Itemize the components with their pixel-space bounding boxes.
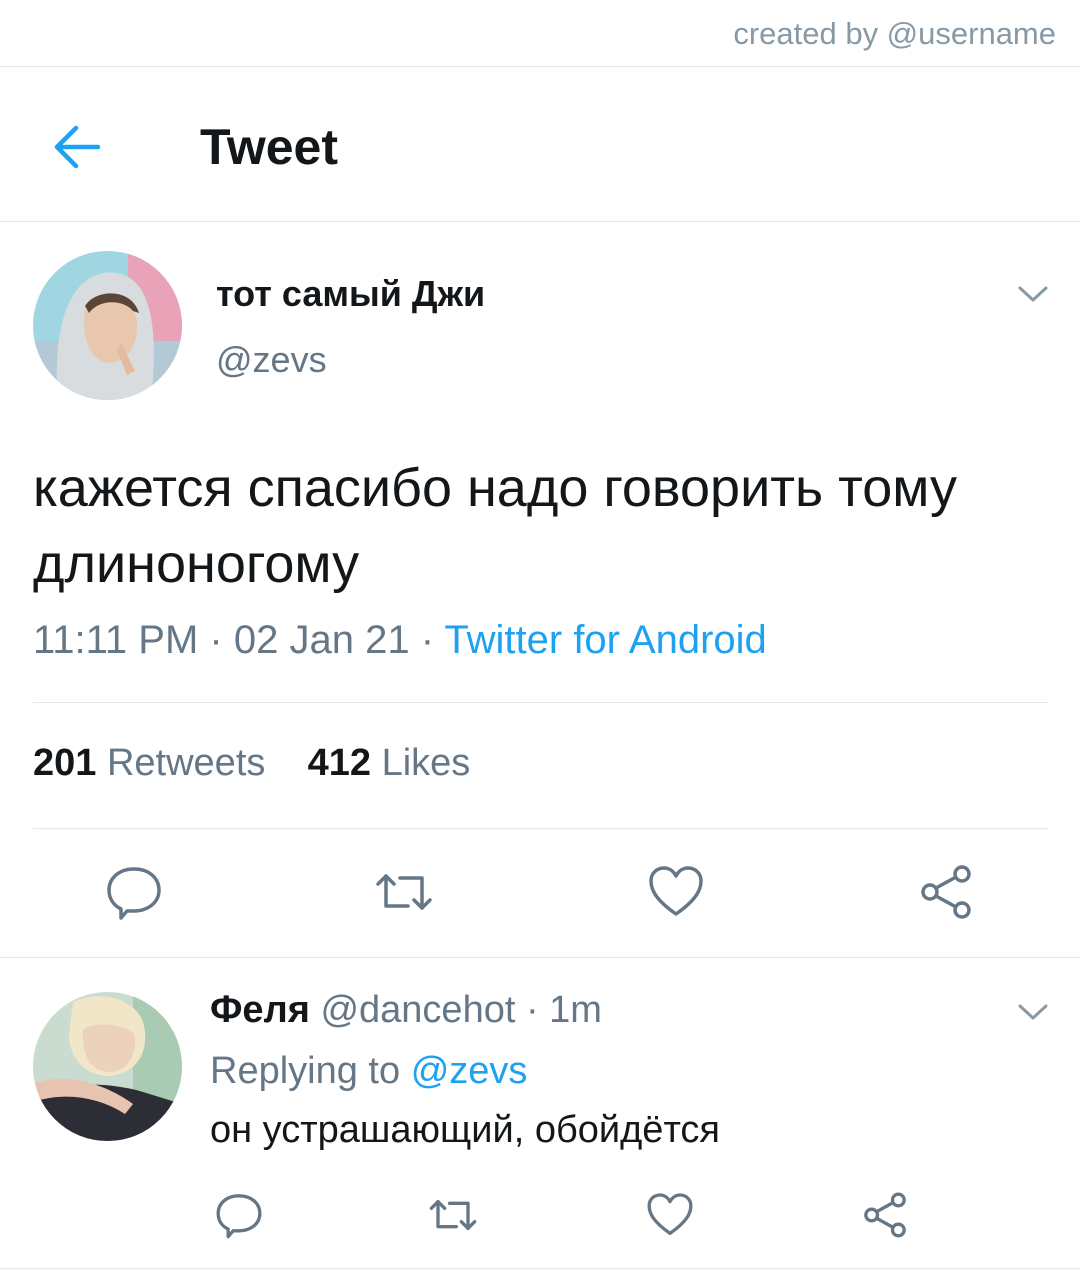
replying-to: Replying to @zevs (210, 1050, 527, 1093)
retweets-count: 201 (33, 742, 97, 784)
bottom-divider (0, 1268, 1080, 1269)
tweet-source-link[interactable]: Twitter for Android (444, 618, 766, 662)
handle[interactable]: @zevs (216, 339, 327, 381)
likes-stat[interactable]: 412 Likes (308, 742, 471, 784)
retweets-label: Retweets (106, 742, 266, 784)
reply-separator: · (525, 989, 539, 1031)
tweet-meta: 11:11 PM · 02 Jan 21 · Twitter for Andro… (33, 618, 767, 663)
retweets-stat[interactable]: 201 Retweets (33, 742, 265, 784)
top-divider (0, 66, 1080, 67)
likes-count: 412 (307, 742, 372, 784)
avatar[interactable] (33, 251, 182, 400)
display-name[interactable]: тот самый Джи (216, 273, 485, 315)
thread-divider (0, 957, 1080, 958)
share-icon[interactable] (860, 1190, 910, 1240)
stats-divider (33, 828, 1048, 829)
share-icon[interactable] (916, 862, 976, 922)
reply-handle[interactable]: @dancehot (320, 989, 515, 1031)
reply-time: 1m (549, 989, 602, 1031)
meta-separator: · (420, 618, 435, 662)
retweet-icon[interactable] (374, 862, 434, 922)
reply-avatar[interactable] (33, 992, 182, 1141)
replying-mention-link[interactable]: @zevs (411, 1050, 528, 1092)
reply-text: он устрашающий, обойдётся (210, 1109, 720, 1151)
reply-icon[interactable] (214, 1190, 264, 1240)
reply-display-name[interactable]: Феля (210, 989, 310, 1031)
header-divider (0, 221, 1080, 222)
creator-credit: created by @username (733, 16, 1056, 51)
arrow-left-icon[interactable] (50, 122, 106, 172)
tweet-time: 11:11 PM (33, 618, 199, 662)
chevron-down-icon[interactable] (1015, 1000, 1051, 1024)
likes-label: Likes (381, 742, 471, 784)
meta-divider (33, 702, 1048, 703)
page-title: Tweet (200, 119, 338, 175)
tweet-date: 02 Jan 21 (233, 618, 410, 662)
tweet-stats: 201 Retweets 412 Likes (33, 742, 470, 785)
tweet-text: кажется спасибо надо говорить тому длино… (33, 458, 957, 594)
meta-separator: · (209, 618, 223, 662)
reply-header: Феля @dancehot · 1m (210, 989, 602, 1032)
retweet-icon[interactable] (428, 1190, 478, 1240)
heart-icon[interactable] (645, 1190, 695, 1240)
chevron-down-icon[interactable] (1015, 282, 1051, 306)
replying-prefix: Replying to (210, 1050, 401, 1092)
reply-icon[interactable] (104, 862, 164, 922)
heart-icon[interactable] (646, 862, 706, 922)
